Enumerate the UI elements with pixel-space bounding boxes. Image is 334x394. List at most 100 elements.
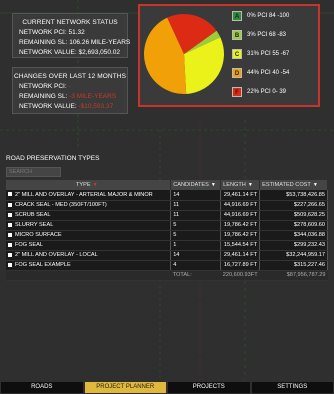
changes-title: CHANGES OVER LAST 12 MONTHS xyxy=(13,73,127,80)
legend-label: 22% PCI 0- 39 xyxy=(247,89,287,95)
row-checkbox[interactable] xyxy=(8,202,12,207)
changes-remaining-value: -3 MILE-YEARS xyxy=(69,93,117,100)
sort-arrow-icon: ▼ xyxy=(210,182,216,188)
row-checkbox[interactable] xyxy=(8,242,12,247)
row-type: SCRUB SEAL xyxy=(6,210,172,221)
row-checkbox[interactable] xyxy=(8,222,12,227)
row-checkbox[interactable] xyxy=(8,212,12,217)
col-candidates[interactable]: CANDIDATES ▼ xyxy=(170,180,222,190)
row-length: 16,727.89 FT xyxy=(220,260,261,271)
network-status-panel: CURRENT NETWORK STATUS NETWORK PCI: 51.3… xyxy=(12,13,131,58)
row-type-label: 2" MILL AND OVERLAY - LOCAL xyxy=(15,252,98,258)
row-candidates: 5 xyxy=(170,230,222,241)
changes-pci-value: - xyxy=(68,83,71,90)
col-type-label: TYPE xyxy=(76,182,91,188)
sort-arrow-icon: ▼ xyxy=(247,182,253,188)
row-checkbox[interactable] xyxy=(8,232,12,237)
row-cost: $315,227.46 xyxy=(259,260,328,271)
col-type[interactable]: TYPE ▼ xyxy=(6,180,172,190)
row-candidates: 5 xyxy=(170,220,222,231)
col-length[interactable]: LENGTH ▼ xyxy=(220,180,261,190)
network-value: NETWORK VALUE: $2,693,050.02 xyxy=(19,49,121,56)
row-length: 19,786.42 FT xyxy=(220,230,261,241)
changes-value-value: -$10,593.37 xyxy=(78,103,114,110)
row-cost: $227,266.65 xyxy=(259,200,328,211)
legend-badge: B xyxy=(232,30,242,40)
legend-badge: D xyxy=(232,68,242,78)
row-cost: $32,244,959.17 xyxy=(259,250,328,261)
legend-label: 44% PCI 40 -54 xyxy=(247,70,290,76)
changes-remaining-row: REMAINING SL: -3 MILE-YEARS xyxy=(19,93,127,100)
row-type-label: 2" MILL AND OVERLAY - ARTERIAL MAJOR & M… xyxy=(15,191,153,198)
table-row[interactable]: SCRUB SEAL 11 44,916.69 FT $509,628.25 xyxy=(6,210,328,221)
network-pci: NETWORK PCI: 51.32 xyxy=(19,29,85,36)
pci-pie-chart xyxy=(144,13,224,95)
legend-badge: A xyxy=(232,11,242,21)
row-type-label: FOG SEAL xyxy=(15,242,43,248)
section-title: ROAD PRESERVATION TYPES xyxy=(6,155,100,162)
table-row[interactable]: MICRO SURFACE 5 19,786.42 FT $344,036.88 xyxy=(6,230,328,241)
pci-chart-panel: A 0% PCI 84 -100 B 3% PCI 68 -83 C 31% PCI 55… xyxy=(138,4,320,107)
row-type: CRACK SEAL - MED (350FT/100FT) xyxy=(6,200,172,211)
total-cost: $87,956,787.29 xyxy=(259,270,328,281)
row-cost: $509,628.25 xyxy=(259,210,328,221)
legend-label: 31% PCI 55 -67 xyxy=(247,51,290,57)
total-row: TOTAL: 220,600.93FT $87,956,787.29 xyxy=(6,270,328,281)
row-candidates: 1 xyxy=(170,240,222,251)
sort-arrow-icon: ▼ xyxy=(312,182,318,188)
row-candidates: 4 xyxy=(170,260,222,271)
nav-project-planner[interactable]: PROJECT PLANNER xyxy=(84,382,166,393)
network-status-title: CURRENT NETWORK STATUS xyxy=(22,19,118,26)
remaining-sl: REMAINING SL: 106.26 MILE-YEARS xyxy=(19,39,131,46)
row-type-label: MICRO SURFACE xyxy=(15,232,62,238)
row-cost: $53,738,426.85 xyxy=(259,190,328,201)
changes-pci-label: NETWORK PCI: xyxy=(19,83,67,90)
table-row[interactable]: 2" MILL AND OVERLAY - LOCAL 14 29,461.14 F… xyxy=(6,250,328,261)
row-type: FOG SEAL EXAMPLE xyxy=(6,260,172,271)
nav-projects[interactable]: PROJECTS xyxy=(168,382,250,393)
row-length: 19,786.42 FT xyxy=(220,220,261,231)
table-row[interactable]: 2" MILL AND OVERLAY - ARTERIAL MAJOR & M… xyxy=(6,190,328,201)
preservation-table: TYPE ▼ CANDIDATES ▼ LENGTH ▼ ESTIMATED COST… xyxy=(6,180,328,281)
row-type-label: FOG SEAL EXAMPLE xyxy=(15,262,71,268)
row-candidates: 14 xyxy=(170,190,222,201)
changes-value-label: NETWORK VALUE: xyxy=(19,103,77,110)
legend-badge: C xyxy=(232,49,242,59)
table-row[interactable]: FOG SEAL 1 15,544.54 FT $299,232.43 xyxy=(6,240,328,251)
legend-item-b: B 3% PCI 68 -83 xyxy=(232,30,286,40)
table-row[interactable]: FOG SEAL EXAMPLE 4 16,727.89 FT $315,227.46 xyxy=(6,260,328,271)
table-row[interactable]: SLURRY SEAL 5 19,786.42 FT $278,609.60 xyxy=(6,220,328,231)
row-cost: $278,609.60 xyxy=(259,220,328,231)
legend-item-a: A 0% PCI 84 -100 xyxy=(232,11,289,21)
row-type: 2" MILL AND OVERLAY - ARTERIAL MAJOR & M… xyxy=(6,190,172,201)
row-type-label: CRACK SEAL - MED (350FT/100FT) xyxy=(15,202,107,208)
row-type: MICRO SURFACE xyxy=(6,230,172,241)
row-length: 44,916.69 FT xyxy=(220,200,261,211)
sort-arrow-icon: ▼ xyxy=(92,182,98,188)
nav-settings[interactable]: SETTINGS xyxy=(251,382,333,393)
bottom-nav: ROADS PROJECT PLANNER PROJECTS SETTINGS xyxy=(0,382,334,394)
row-cost: $299,232.43 xyxy=(259,240,328,251)
row-checkbox[interactable] xyxy=(8,192,12,197)
row-candidates: 11 xyxy=(170,210,222,221)
row-candidates: 14 xyxy=(170,250,222,261)
row-checkbox[interactable] xyxy=(8,252,12,257)
row-length: 29,461.14 FT xyxy=(220,190,261,201)
row-type: FOG SEAL xyxy=(6,240,172,251)
search-input[interactable] xyxy=(6,167,61,177)
legend-item-c: C 31% PCI 55 -67 xyxy=(232,49,289,59)
col-cost-label: ESTIMATED COST xyxy=(262,182,311,188)
row-type-label: SCRUB SEAL xyxy=(15,212,51,218)
legend-label: 0% PCI 84 -100 xyxy=(247,13,290,19)
total-length: 220,600.93FT xyxy=(220,270,260,281)
table-row[interactable]: CRACK SEAL - MED (350FT/100FT) 11 44,916.6… xyxy=(6,200,328,211)
col-cost[interactable]: ESTIMATED COST ▼ xyxy=(259,180,328,190)
nav-roads[interactable]: ROADS xyxy=(1,382,83,393)
changes-remaining-label: REMAINING SL: xyxy=(19,93,68,100)
total-label: TOTAL: xyxy=(170,270,221,281)
col-length-label: LENGTH xyxy=(223,182,246,188)
row-length: 44,916.69 FT xyxy=(220,210,261,221)
legend-label: 3% PCI 68 -83 xyxy=(247,32,287,38)
changes-pci-row: NETWORK PCI: - xyxy=(19,83,127,90)
row-checkbox[interactable] xyxy=(8,262,12,267)
